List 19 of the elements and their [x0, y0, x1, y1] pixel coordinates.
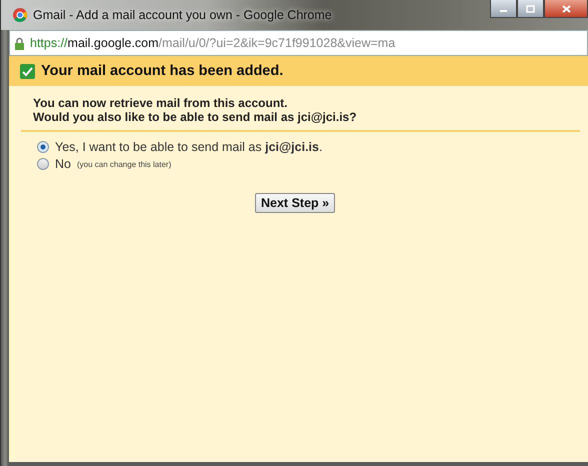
close-button[interactable] [544, 0, 588, 18]
browser-logo-icon [13, 8, 27, 22]
address-bar[interactable]: https://mail.google.com/mail/u/0/?ui=2&ik=9c71f991028&view=ma [9, 30, 588, 56]
window-title: Gmail - Add a mail account you own - Google Chrome [33, 8, 332, 22]
lock-icon [14, 36, 25, 50]
maximize-icon [526, 4, 535, 12]
radio-button[interactable] [37, 141, 49, 153]
maximize-button[interactable] [517, 0, 544, 18]
banner-title: Your mail account has been added. [41, 63, 284, 79]
option-label: No [55, 157, 71, 171]
message-text: You can now retrieve mail from this account. [33, 96, 289, 110]
minimize-button[interactable] [490, 0, 517, 18]
close-icon [562, 4, 570, 12]
option-note: (you can change this later) [76, 160, 172, 168]
message-text: Would you also like to be able to send mail as jci@jci.is? [33, 110, 358, 124]
radio-button[interactable] [37, 158, 49, 170]
next-step-button[interactable]: Next Step » [255, 193, 336, 213]
option-label: Yes, I want to be able to send mail as jci@jci.is. [55, 140, 322, 154]
url-text: https://mail.google.com/mail/u/0/?ui=2&ik=9c71f991028&view=ma [30, 36, 396, 50]
